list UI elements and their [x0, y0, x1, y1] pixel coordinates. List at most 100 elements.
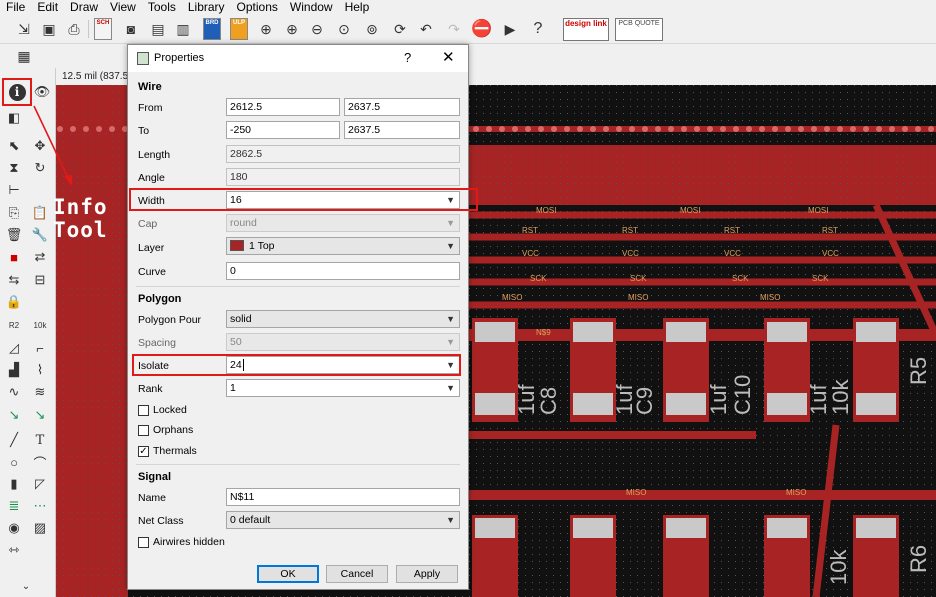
optimize-icon[interactable]: ▟: [4, 360, 24, 380]
menu-options[interactable]: Options: [231, 0, 284, 15]
menu-help[interactable]: Help: [339, 0, 376, 15]
close-icon[interactable]: ✕: [442, 48, 455, 66]
split-icon[interactable]: ⌐: [30, 338, 50, 358]
net-label: N$9: [536, 328, 551, 337]
redraw-icon[interactable]: ⟳: [390, 19, 410, 39]
layer-color-swatch: [230, 240, 244, 251]
zoom-select-icon[interactable]: ⊙: [334, 19, 354, 39]
rank-label: Rank: [138, 383, 163, 395]
component-pad: [767, 393, 807, 415]
net-label: MOSI: [680, 206, 700, 215]
value-icon[interactable]: 10k: [30, 315, 50, 335]
isolate-combo[interactable]: 24 ▼: [226, 356, 460, 374]
board-icon[interactable]: BRD: [203, 18, 221, 40]
net-label: MISO: [626, 488, 646, 497]
airwires-hidden-checkbox[interactable]: Airwires hidden: [138, 536, 225, 548]
swap-icon[interactable]: ⇆: [4, 270, 24, 290]
polygon-icon[interactable]: ◸: [30, 474, 50, 494]
zoom-last-icon[interactable]: ⊚: [362, 19, 382, 39]
net-class-combo[interactable]: 0 default ▼: [226, 511, 460, 529]
wire-icon[interactable]: ↘: [4, 405, 24, 425]
pcb-quote-button[interactable]: PCB QUOTE: [615, 18, 663, 41]
ok-button[interactable]: OK: [257, 565, 319, 583]
ratsnest-icon[interactable]: ◉: [4, 518, 24, 538]
menu-library[interactable]: Library: [182, 0, 231, 15]
gate-icon[interactable]: ⊟: [30, 270, 50, 290]
drc-icon[interactable]: ▨: [30, 518, 50, 538]
polygon-heading: Polygon: [138, 293, 182, 305]
part-label: C8: [536, 387, 561, 415]
layer-combo[interactable]: 1 Top ▼: [226, 237, 460, 255]
cancel-button[interactable]: Cancel: [326, 565, 388, 583]
help-icon[interactable]: ?: [528, 19, 548, 39]
net-label: RST: [724, 226, 740, 235]
top-trace-pad: [837, 126, 843, 132]
errors-icon[interactable]: ⇿: [4, 540, 24, 560]
top-trace-pad: [681, 126, 687, 132]
ulp-icon[interactable]: ▥: [173, 19, 193, 39]
lock-icon[interactable]: 🔒: [4, 292, 24, 312]
signal-icon[interactable]: ↘: [30, 405, 50, 425]
smash-icon[interactable]: R2: [4, 315, 24, 335]
undo-icon[interactable]: ↶: [416, 19, 436, 39]
ulp-run-icon[interactable]: ULP: [230, 18, 248, 40]
top-trace-pad: [499, 126, 505, 132]
redo-icon[interactable]: ↷: [444, 19, 464, 39]
zoom-fit-icon[interactable]: ⊕: [256, 19, 276, 39]
zoom-out-icon[interactable]: ⊖: [307, 19, 327, 39]
line-icon[interactable]: ╱: [4, 430, 24, 450]
text-icon[interactable]: T: [30, 430, 50, 450]
locked-checkbox-box[interactable]: [138, 404, 149, 416]
apply-button[interactable]: Apply: [396, 565, 458, 583]
via-icon[interactable]: ≣: [4, 496, 24, 516]
rect-icon[interactable]: ▮: [4, 474, 24, 494]
orphans-checkbox[interactable]: Orphans: [138, 424, 193, 436]
script-icon[interactable]: ▤: [148, 19, 168, 39]
menu-window[interactable]: Window: [284, 0, 339, 15]
meander-icon[interactable]: ⌇: [30, 360, 50, 380]
zoom-in-icon[interactable]: ⊕: [282, 19, 302, 39]
replace-icon[interactable]: ⇄: [30, 247, 50, 267]
orphans-checkbox-box[interactable]: [138, 424, 149, 436]
top-trace-pad: [798, 126, 804, 132]
ripup-icon[interactable]: ≋: [30, 382, 50, 402]
stop-icon[interactable]: ⛔: [471, 19, 492, 39]
menu-tools[interactable]: Tools: [142, 0, 182, 15]
width-combo[interactable]: 16 ▼: [226, 191, 460, 209]
cap-label: Cap: [138, 218, 158, 230]
locked-checkbox[interactable]: Locked: [138, 404, 187, 416]
locked-label: Locked: [153, 404, 187, 416]
add-icon[interactable]: ■: [4, 247, 24, 267]
rank-combo[interactable]: 1 ▼: [226, 379, 460, 397]
design-link-button[interactable]: design link: [563, 18, 609, 41]
thermals-checkbox[interactable]: ✓ Thermals: [138, 445, 197, 457]
circle-icon[interactable]: ○: [4, 452, 24, 472]
length-label: Length: [138, 149, 171, 161]
from-y-field[interactable]: 2637.5: [344, 98, 460, 116]
component-pad: [856, 393, 896, 415]
spacing-value: 50: [230, 336, 242, 348]
name-label: Name: [138, 492, 167, 504]
to-y-field[interactable]: 2637.5: [344, 121, 460, 139]
polygon-pour-label: Polygon Pour: [138, 314, 202, 326]
net-label: MISO: [786, 488, 806, 497]
signal-name-field[interactable]: N$11: [226, 488, 460, 506]
polygon-pour-combo[interactable]: solid ▼: [226, 310, 460, 328]
net-label: MOSI: [536, 206, 556, 215]
expand-icon[interactable]: ⌄: [16, 576, 36, 596]
arc-icon[interactable]: ⌒: [30, 452, 50, 472]
cap-combo: round ▼: [226, 214, 460, 232]
net-label: SCK: [630, 274, 647, 283]
dimension-icon[interactable]: ⋯: [30, 496, 50, 516]
thermals-checkbox-box[interactable]: ✓: [138, 445, 149, 457]
airwires-checkbox-box[interactable]: [138, 536, 149, 548]
go-icon[interactable]: ▶: [500, 19, 520, 39]
route-icon[interactable]: ∿: [4, 382, 24, 402]
to-x-field[interactable]: -250: [226, 121, 340, 139]
help-button[interactable]: ?: [404, 50, 411, 65]
miter-icon[interactable]: ◿: [4, 338, 24, 358]
component-pad: [767, 322, 807, 342]
from-x-field[interactable]: 2612.5: [226, 98, 340, 116]
curve-field[interactable]: 0: [226, 262, 460, 280]
isolate-value: 24: [230, 359, 242, 371]
